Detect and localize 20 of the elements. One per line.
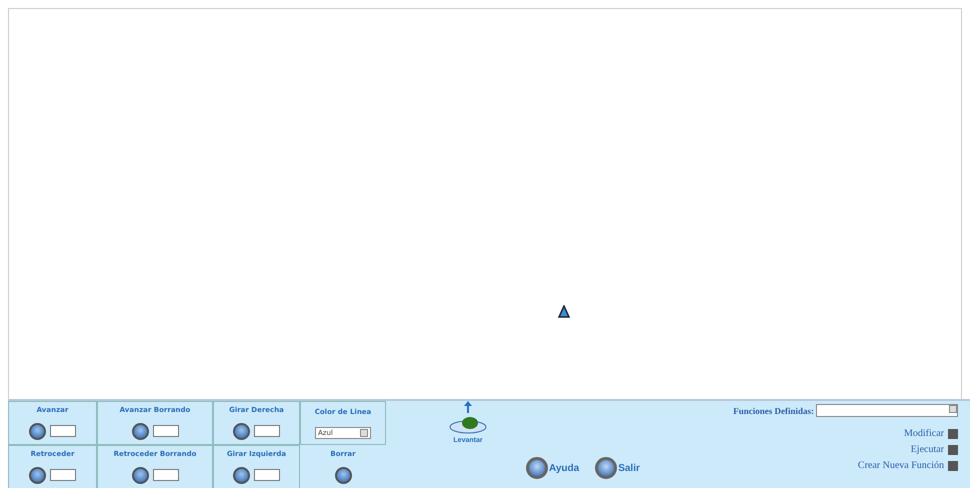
step-input[interactable] [254, 425, 280, 438]
step-input[interactable] [50, 469, 76, 482]
step-input[interactable] [254, 469, 280, 482]
round-button[interactable] [233, 422, 250, 440]
round-button[interactable] [233, 466, 250, 484]
step-input[interactable] [152, 469, 178, 482]
round-button[interactable] [132, 422, 148, 440]
round-button[interactable] [334, 466, 352, 484]
menu-button[interactable]: Ayuda [526, 457, 580, 479]
functions-dropdown[interactable] [816, 404, 958, 417]
function-action-button[interactable]: Ejecutar [910, 444, 944, 455]
round-button[interactable] [29, 422, 46, 440]
step-input[interactable] [152, 425, 178, 438]
function-action-button[interactable]: Crear Nueva Función [858, 460, 944, 471]
function-action-button[interactable]: Modificar [904, 428, 944, 439]
round-button[interactable] [132, 466, 148, 484]
step-input[interactable] [50, 425, 76, 438]
round-button[interactable] [29, 466, 46, 484]
turtle-icon [557, 305, 571, 319]
functions-label: Funciones Definidas: [733, 406, 814, 416]
